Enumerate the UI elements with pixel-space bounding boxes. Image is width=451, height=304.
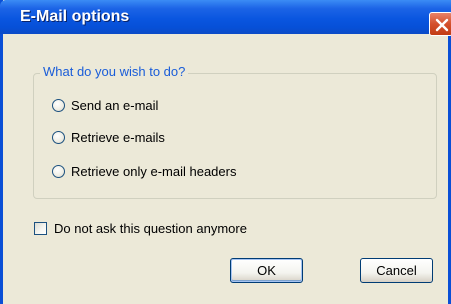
cancel-button[interactable]: Cancel <box>360 258 433 283</box>
radio-retrieve-emails[interactable] <box>52 130 65 144</box>
window-title: E-Mail options <box>20 8 130 25</box>
title-bar[interactable]: E-Mail options <box>0 0 451 36</box>
checkbox-label: Do not ask this question anymore <box>54 220 247 236</box>
option-retrieve-emails[interactable]: Retrieve e-mails <box>52 128 165 146</box>
option-send-email[interactable]: Send an e-mail <box>52 96 158 114</box>
option-label: Retrieve only e-mail headers <box>71 163 237 179</box>
option-label: Retrieve e-mails <box>71 129 165 145</box>
option-retrieve-headers[interactable]: Retrieve only e-mail headers <box>52 162 236 180</box>
option-label: Send an e-mail <box>71 97 159 113</box>
radio-retrieve-headers[interactable] <box>52 164 65 178</box>
dont-ask-again-checkbox[interactable] <box>34 221 47 235</box>
groupbox-legend: What do you wish to do? <box>40 64 189 79</box>
ok-button[interactable]: OK <box>230 258 303 283</box>
close-icon <box>435 18 449 32</box>
close-button[interactable] <box>429 12 451 36</box>
radio-send-email[interactable] <box>52 98 65 112</box>
dont-ask-again-row[interactable]: Do not ask this question anymore <box>34 219 247 237</box>
